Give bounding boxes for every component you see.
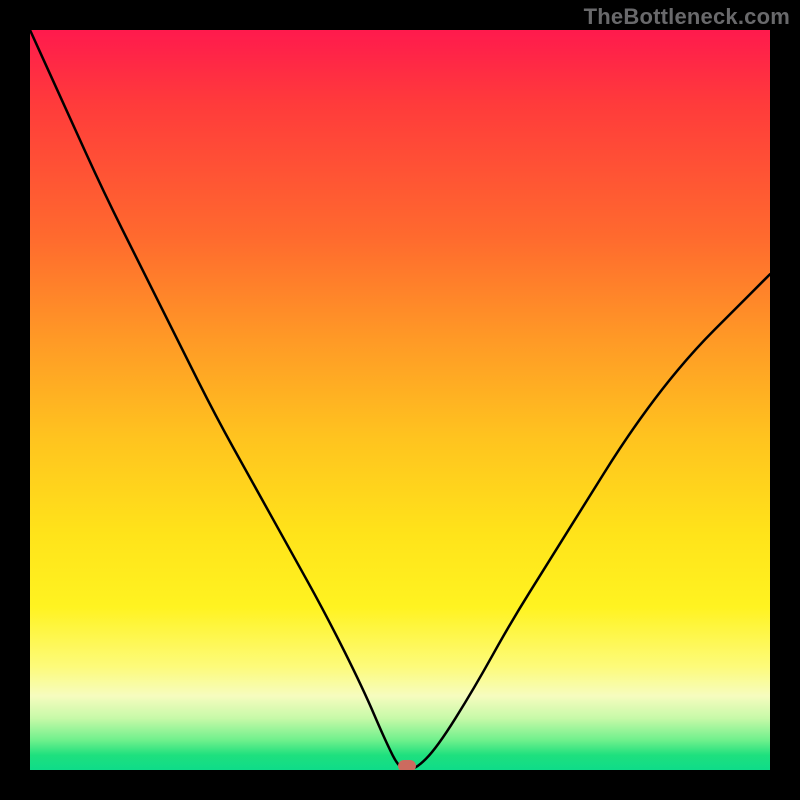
curve-path — [30, 30, 770, 770]
bottleneck-curve — [30, 30, 770, 770]
plot-area — [30, 30, 770, 770]
optimal-marker — [398, 760, 416, 770]
chart-frame: TheBottleneck.com — [0, 0, 800, 800]
watermark-text: TheBottleneck.com — [584, 4, 790, 30]
